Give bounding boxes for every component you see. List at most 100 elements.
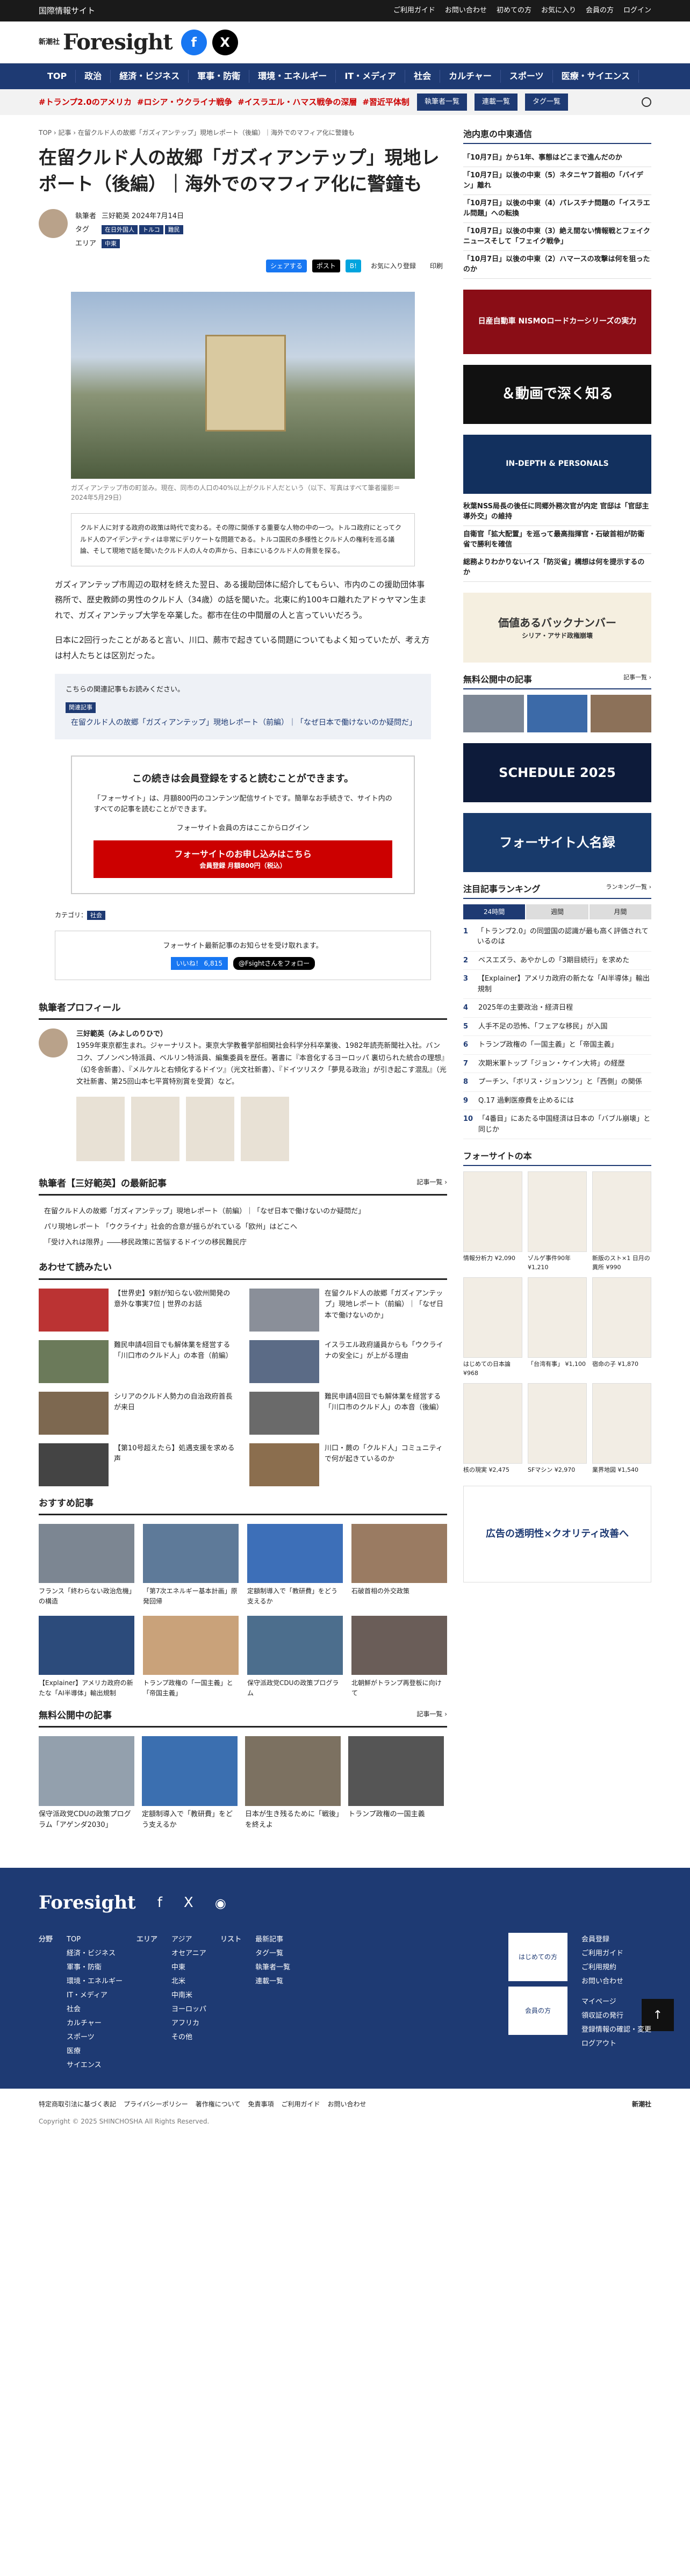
footer-link[interactable]: ご利用規約 <box>581 1961 651 1975</box>
nav-item[interactable]: スポーツ <box>501 70 553 83</box>
recommend-card[interactable]: トランプ政権の「一国主義」と「帝国主義」 <box>143 1615 239 1699</box>
article-card[interactable]: 在留クルド人の故郷「ガズィアンテップ」現地レポート（前編）｜「なぜ日本で働けない… <box>249 1288 447 1332</box>
indepth-banner[interactable]: IN-DEPTH & PERSONALS <box>463 434 651 494</box>
article-card[interactable]: 【第10号超えたら】処遇支援を求める声 <box>39 1443 236 1486</box>
book-item[interactable]: 業界地図 ¥1,540 <box>592 1383 651 1475</box>
x-post-button[interactable]: ポスト <box>312 260 340 273</box>
footer-link[interactable]: 中東 <box>171 1961 206 1975</box>
area-badge[interactable]: 中東 <box>102 239 120 248</box>
book-item[interactable]: はじめての日本論 ¥968 <box>463 1277 522 1378</box>
series-item[interactable]: 「10月7日」以後の中東（5）ネタニヤフ首相の「バイデン」離れ <box>463 167 651 195</box>
recommend-card[interactable]: 北朝鮮がトランプ再登板に向けて <box>351 1615 447 1699</box>
disclaimer-link[interactable]: 免責事項 <box>248 2099 274 2109</box>
footer-link[interactable]: アジア <box>171 1933 206 1947</box>
first-visit-link[interactable]: 初めての方 <box>497 5 531 16</box>
ad-quality-banner[interactable]: 広告の透明性×クオリティ改善へ <box>463 1485 651 1582</box>
tag-badge[interactable]: トルコ <box>139 225 163 235</box>
copyright-link[interactable]: 著作権について <box>196 2099 241 2109</box>
ranking-item[interactable]: 9 Q.17 過剰医療費を止めるには <box>463 1092 651 1110</box>
indepth-item[interactable]: 秋葉NSS局長の後任に同郷外務次官が内定 官邸は「官邸主導外交」の維持 <box>463 498 651 526</box>
subscribe-button[interactable]: フォーサイトのお申し込みはこちら 会員登録 月額800円（税込） <box>94 840 392 878</box>
free-more-link[interactable]: 記事一覧 › <box>416 1709 447 1723</box>
first-visit-box[interactable]: はじめての方 <box>508 1933 567 1982</box>
book-cover[interactable] <box>76 1096 125 1161</box>
tab-weekly[interactable]: 週間 <box>526 904 588 919</box>
carousel-card[interactable]: 保守派政党CDUの政策プログラム「アゲンダ2030」 <box>39 1736 134 1830</box>
book-item[interactable]: 「台湾有事」 ¥1,100 <box>528 1277 587 1378</box>
footer-logo[interactable]: Foresight <box>39 1889 136 1917</box>
article-card[interactable]: 【世界史】9割が知らない欧州開発の意外な事実7位 | 世界のお話 <box>39 1288 236 1332</box>
book-cover[interactable] <box>131 1096 179 1161</box>
contact-link[interactable]: お問い合わせ <box>445 5 487 16</box>
series-item[interactable]: 「10月7日」から1年、事態はどこまで進んだのか <box>463 149 651 167</box>
site-logo[interactable]: Foresight <box>63 26 173 59</box>
paywall-login-link[interactable]: フォーサイト会員の方はここからログイン <box>94 823 392 834</box>
recommend-card[interactable]: 定額制導入で「教研費」をどう支えるか <box>247 1524 343 1607</box>
list-item[interactable]: 「受け入れは限界」――移民政策に苦悩するドイツの移民難民庁 <box>44 1235 447 1251</box>
footer-x-icon[interactable]: X <box>184 1893 193 1913</box>
recommend-card[interactable]: 【Explainer】アメリカ政府の新たな「AI半導体」輸出規制 <box>39 1615 134 1699</box>
nav-item[interactable]: 環境・エネルギー <box>249 70 336 83</box>
footer-link[interactable]: ログアウト <box>581 2037 651 2051</box>
indepth-item[interactable]: 自衛官「拡大配置」を巡って最高指揮官・石破首相が防衛省で勝利を確信 <box>463 526 651 554</box>
backnumber-banner[interactable]: 価値あるバックナンバー シリア・アサド政権崩壊 <box>463 592 651 663</box>
recommend-card[interactable]: 「第7次エネルギー基本計画」原発回帰 <box>143 1524 239 1607</box>
video-banner[interactable]: ＆動画で深く知る <box>463 364 651 424</box>
footer-rss-icon[interactable]: ◉ <box>215 1894 226 1913</box>
nav-item[interactable]: IT・メディア <box>336 70 406 83</box>
footer-link[interactable]: アフリカ <box>171 2017 206 2031</box>
book-item[interactable]: SFマシン ¥2,970 <box>528 1383 587 1475</box>
side-free-thumb[interactable] <box>463 694 524 732</box>
footer-link[interactable]: ヨーロッパ <box>171 2003 206 2017</box>
footer-link[interactable]: 北米 <box>171 1975 206 1989</box>
footer-link[interactable]: マイページ <box>581 1995 651 2009</box>
legal-link[interactable]: 特定商取引法に基づく表記 <box>39 2099 116 2109</box>
profile-name[interactable]: 三好範英（みよしのりひで） <box>76 1028 447 1040</box>
article-card[interactable]: イスラエル政府議員からも「ウクライナの安全に」が上がる理由 <box>249 1340 447 1383</box>
footer-link[interactable]: ご利用ガイド <box>581 1947 651 1961</box>
facebook-icon[interactable]: f <box>181 30 207 55</box>
book-item[interactable]: 新版のスト×1 日月の異所 ¥990 <box>592 1171 651 1272</box>
book-cover[interactable] <box>241 1096 289 1161</box>
carousel-card[interactable]: 定額制導入で「教研費」をどう支えるか <box>142 1736 238 1830</box>
indepth-item[interactable]: 総務よりわかりないイス「防災省」構想は何を提示するのか <box>463 554 651 582</box>
favorite-button[interactable]: お気に入り登録 <box>366 260 420 272</box>
favorites-link[interactable]: お気に入り <box>541 5 576 16</box>
footer-link[interactable]: 最新記事 <box>255 1933 290 1947</box>
tab-monthly[interactable]: 月間 <box>589 904 651 919</box>
side-free-more-link[interactable]: 記事一覧 › <box>623 673 651 686</box>
ranking-item[interactable]: 6 トランプ政権の「一国主義」と「帝国主義」 <box>463 1036 651 1055</box>
nav-item[interactable]: 医療・サイエンス <box>553 70 639 83</box>
ranking-item[interactable]: 5 人手不足の恐怖、「フェアな移民」が入国 <box>463 1018 651 1036</box>
series-item[interactable]: 「10月7日」以後の中東（3）絶え間ない情報戦とフェイクニュースそして「フェイク… <box>463 223 651 251</box>
nav-item[interactable]: 社会 <box>405 70 441 83</box>
ranking-more-link[interactable]: ランキング一覧 › <box>606 883 651 896</box>
tags-button[interactable]: タグ一覧 <box>524 93 568 111</box>
footer-link[interactable]: 領収証の発行 <box>581 2009 651 2023</box>
search-icon[interactable] <box>642 97 651 107</box>
trend-tag[interactable]: #習近平体制 <box>362 96 409 109</box>
article-card[interactable]: 川口・蕨の「クルド人」コミュニティで何が起きているのか <box>249 1443 447 1486</box>
series-heading[interactable]: 池内恵の中東通信 <box>463 128 651 144</box>
book-item[interactable]: 情報分析力 ¥2,090 <box>463 1171 522 1272</box>
print-button[interactable]: 印刷 <box>426 260 447 272</box>
related-link[interactable]: 在留クルド人の故郷「ガズィアンテップ」現地レポート（前編）｜「なぜ日本で働けない… <box>66 717 420 729</box>
x-icon[interactable]: X <box>212 30 238 55</box>
recommend-card[interactable]: フランス「終わらない政治危機」の構造 <box>39 1524 134 1607</box>
facebook-share-button[interactable]: シェアする <box>265 260 307 273</box>
ad-banner[interactable]: 日産自動車 NISMOロードカーシリーズの実力 <box>463 289 651 354</box>
publisher-logo[interactable]: 新潮社 <box>39 37 60 48</box>
series-button[interactable]: 連載一覧 <box>474 93 518 111</box>
schedule-banner[interactable]: SCHEDULE 2025 <box>463 743 651 802</box>
book-item[interactable]: ゾルゲ事件90年 ¥1,210 <box>528 1171 587 1272</box>
carousel-card[interactable]: トランプ政権の一国主義 <box>348 1736 444 1830</box>
login-link[interactable]: ログイン <box>623 5 651 16</box>
trend-tag[interactable]: #ロシア・ウクライナ戦争 <box>137 96 232 109</box>
tag-badge[interactable]: 在日外国人 <box>102 225 138 235</box>
book-cover[interactable] <box>186 1096 234 1161</box>
nav-item[interactable]: 軍事・防衛 <box>189 70 250 83</box>
guide-link[interactable]: ご利用ガイド <box>393 5 435 16</box>
footer-link[interactable]: 環境・エネルギー <box>67 1975 123 1989</box>
members-link[interactable]: 会員の方 <box>586 5 614 16</box>
footer-link[interactable]: その他 <box>171 2031 206 2045</box>
